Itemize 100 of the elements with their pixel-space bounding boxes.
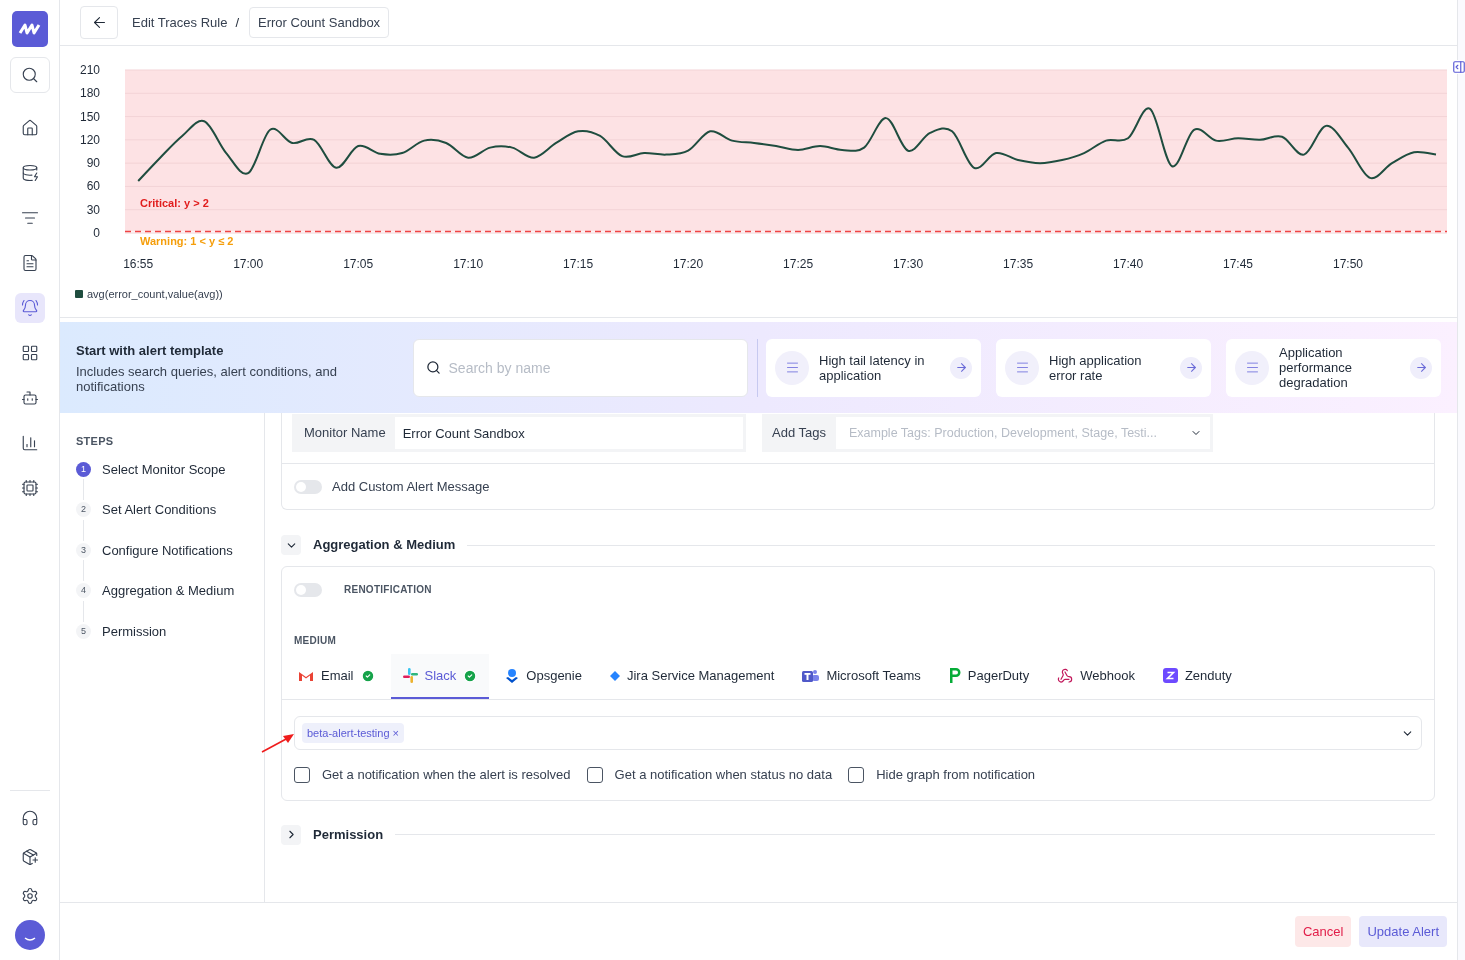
checkbox[interactable] <box>294 766 310 783</box>
step-label[interactable]: Set Alert Conditions <box>102 500 217 520</box>
template-card[interactable]: Application performance degradation <box>1226 338 1441 397</box>
axis-label: 16:55 <box>123 257 154 271</box>
pointer-arrow <box>261 733 295 753</box>
cancel-button[interactable]: Cancel <box>1295 916 1352 947</box>
step-number: 2 <box>76 502 91 518</box>
step-number: 3 <box>76 542 91 558</box>
channel-select[interactable]: beta-alert-testing × <box>294 716 1422 750</box>
axis-label: 17:30 <box>893 257 924 271</box>
home-icon <box>20 119 39 137</box>
toggle-label: RENOTIFICATION <box>344 583 432 597</box>
robot-icon <box>20 389 39 407</box>
channel-tab[interactable]: Opsgenie <box>493 654 594 699</box>
tags-field[interactable]: Example Tags: Production, Development, Stage, Testi... <box>835 417 1210 449</box>
checkbox-label: Get a notification when the alert is resolved <box>322 766 571 784</box>
breadcrumb-link[interactable]: Edit Traces Rule <box>132 12 228 33</box>
template-card[interactable]: High application error rate <box>996 338 1211 397</box>
legend-label: avg(error_count,value(avg)) <box>87 287 223 302</box>
template-search-field[interactable]: Search by name <box>412 338 748 397</box>
chart-icon <box>20 434 39 452</box>
banner-description: Includes search queries, alert conditions, and notifications <box>76 363 338 394</box>
threshold-label: Warning: 1 < y ≤ 2 <box>140 235 234 248</box>
axis-label: 17:50 <box>1333 257 1364 271</box>
database-icon <box>20 164 39 182</box>
app-logo[interactable] <box>11 11 48 47</box>
checkbox-label: Hide graph from notification <box>876 766 1036 784</box>
step-label[interactable]: Aggregation & Medium <box>102 581 235 601</box>
toggle-switch[interactable] <box>294 479 322 494</box>
chip-icon <box>20 479 39 497</box>
avatar[interactable] <box>14 920 45 950</box>
template-title: High tail latency in application <box>819 352 926 383</box>
axis-label: 180 <box>79 86 100 101</box>
steps-heading: STEPS <box>76 434 115 449</box>
package-icon <box>20 848 39 866</box>
axis-label: 90 <box>86 156 100 171</box>
webhook-icon <box>1057 667 1074 684</box>
remove-chip-button[interactable]: × <box>392 724 399 742</box>
step-label[interactable]: Configure Notifications <box>102 540 233 560</box>
template-icon <box>1005 350 1039 385</box>
template-title: High application error rate <box>1049 352 1143 383</box>
hash-grid-icon <box>402 668 418 683</box>
monitor-name-field[interactable]: Error Count Sandbox <box>394 417 743 449</box>
template-icon <box>775 350 809 385</box>
search-icon <box>425 359 441 375</box>
headset-icon <box>20 809 39 827</box>
flag-icon <box>948 668 961 683</box>
step-label[interactable]: Permission <box>102 621 167 641</box>
step-label[interactable]: Select Monitor Scope <box>102 459 226 479</box>
channel-tab[interactable]: Zenduty <box>1150 654 1244 699</box>
axis-label: 17:15 <box>563 257 594 271</box>
medium-label: MEDIUM <box>293 634 338 648</box>
channel-tab[interactable]: Email <box>286 654 387 699</box>
sidebar-item[interactable] <box>14 293 45 323</box>
breadcrumb-separator: / <box>235 13 239 32</box>
list-icon <box>20 209 39 227</box>
channel-tab[interactable]: Microsoft Teams <box>790 654 933 699</box>
axis-label: 30 <box>86 202 100 217</box>
axis-label: 0 <box>93 226 100 240</box>
step-number: 5 <box>76 623 91 639</box>
template-icon <box>1235 350 1269 385</box>
people-icon <box>802 668 820 683</box>
field-label: Add Tags <box>772 424 826 443</box>
step-number: 4 <box>76 583 91 599</box>
diamond-icon <box>609 670 620 681</box>
threshold-label: Critical: y > 2 <box>140 196 209 209</box>
axis-label: 17:05 <box>343 257 374 271</box>
legend-swatch <box>75 290 83 299</box>
axis-label: 17:10 <box>453 257 484 271</box>
channel-tab[interactable]: Webhook <box>1045 654 1147 699</box>
checkbox-label: Get a notification when status no data <box>614 766 833 784</box>
grid-icon <box>20 344 39 362</box>
bell-icon <box>20 299 39 317</box>
channel-tab[interactable]: PagerDuty <box>936 654 1042 699</box>
axis-label: 17:35 <box>1003 257 1034 271</box>
axis-label: 17:40 <box>1113 257 1144 271</box>
axis-label: 150 <box>79 109 100 124</box>
banner-title: Start with alert template <box>76 342 225 361</box>
step-number: 1 <box>76 461 91 477</box>
axis-label: 60 <box>86 179 100 194</box>
field-label: Monitor Name <box>304 424 386 443</box>
zigzag-icon <box>1162 668 1178 683</box>
checkbox[interactable] <box>586 766 603 783</box>
settings-icon <box>20 887 39 905</box>
panel-toggle-icon[interactable] <box>1452 60 1465 74</box>
section-title: Permission <box>313 825 384 844</box>
toggle-switch[interactable] <box>294 582 322 597</box>
template-card[interactable]: High tail latency in application <box>766 338 981 397</box>
section-title: Aggregation & Medium <box>313 536 456 555</box>
collapse-toggle[interactable] <box>281 535 301 555</box>
channel-tab[interactable]: Jira Service Management <box>597 654 787 699</box>
mail-icon <box>298 669 314 682</box>
axis-label: 120 <box>79 132 100 147</box>
document-icon <box>20 254 39 272</box>
checkbox[interactable] <box>848 766 865 783</box>
axis-label: 17:00 <box>233 257 264 271</box>
update-alert-button[interactable]: Update Alert <box>1359 916 1447 947</box>
channel-tab[interactable]: Slack <box>390 654 490 699</box>
collapse-toggle[interactable] <box>281 824 301 845</box>
axis-label: 210 <box>79 63 100 77</box>
